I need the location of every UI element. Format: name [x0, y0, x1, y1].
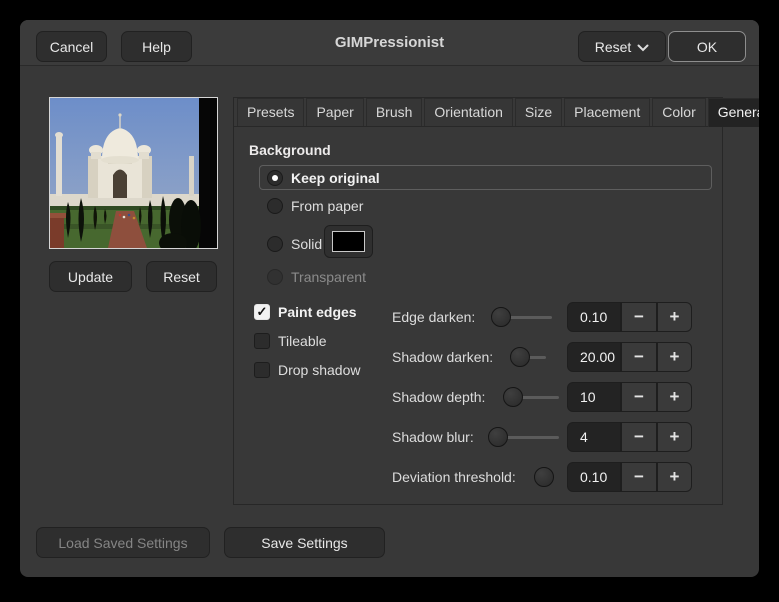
tab-presets[interactable]: Presets [237, 98, 305, 126]
tab-color[interactable]: Color [652, 98, 706, 126]
shadow-darken-value[interactable]: 20.00 [567, 342, 621, 372]
shadow-blur-row: Shadow blur: 4 − + [234, 422, 692, 452]
decrement-button[interactable]: − [621, 342, 657, 372]
slider-label: Shadow darken: [392, 349, 494, 365]
radio-icon[interactable] [267, 169, 283, 186]
slider-handle[interactable] [503, 387, 523, 407]
ok-button[interactable]: OK [668, 31, 746, 62]
tab-general[interactable]: General [707, 98, 759, 127]
deviation-threshold-value[interactable]: 0.10 [567, 462, 621, 492]
radio-icon [267, 269, 283, 285]
slider-label: Shadow depth: [392, 389, 486, 405]
screen: Cancel Help GIMPressionist Reset OK Upda… [0, 0, 779, 602]
chevron-down-icon [637, 39, 649, 55]
reset-menu-label: Reset [594, 38, 632, 55]
radio-transparent: Transparent [267, 266, 366, 288]
edge-darken-value[interactable]: 0.10 [567, 302, 621, 332]
shadow-depth-value[interactable]: 10 [567, 382, 621, 412]
radio-label: From paper [291, 198, 364, 214]
slider-label: Deviation threshold: [392, 469, 516, 485]
tab-orientation[interactable]: Orientation [424, 98, 513, 126]
load-saved-settings-button: Load Saved Settings [36, 527, 210, 558]
radio-from-paper[interactable]: From paper [267, 195, 363, 217]
decrement-button[interactable]: − [621, 302, 657, 332]
increment-button[interactable]: + [657, 462, 692, 492]
shadow-depth-row: Shadow depth: 10 − + [234, 382, 692, 412]
edge-darken-row: Edge darken: 0.10 − + [234, 302, 692, 332]
slider-handle[interactable] [534, 467, 554, 487]
color-swatch [332, 231, 365, 252]
increment-button[interactable]: + [657, 302, 692, 332]
radio-icon[interactable] [267, 236, 283, 252]
tab-placement[interactable]: Placement [564, 98, 651, 126]
radio-label: Solid [291, 236, 323, 252]
radio-label: Keep original [291, 169, 380, 186]
decrement-button[interactable]: − [621, 462, 657, 492]
increment-button[interactable]: + [657, 382, 692, 412]
slider-handle[interactable] [491, 307, 511, 327]
update-button[interactable]: Update [49, 261, 132, 292]
increment-button[interactable]: + [657, 342, 692, 372]
shadow-blur-value[interactable]: 4 [567, 422, 621, 452]
reset-menu-button[interactable]: Reset [578, 31, 666, 62]
decrement-button[interactable]: − [621, 422, 657, 452]
shadow-darken-row: Shadow darken: 20.00 − + [234, 342, 692, 372]
titlebar: Cancel Help GIMPressionist Reset OK [20, 20, 759, 66]
tab-size[interactable]: Size [514, 98, 563, 126]
slider-handle[interactable] [488, 427, 508, 447]
solid-color-button[interactable] [324, 225, 373, 258]
deviation-threshold-row: Deviation threshold: 0.10 − + [234, 462, 692, 492]
save-settings-button[interactable]: Save Settings [224, 527, 385, 558]
tab-strip: Presets Paper Brush Orientation Size Pla… [234, 98, 759, 127]
increment-button[interactable]: + [657, 422, 692, 452]
reset-preview-button[interactable]: Reset [146, 261, 217, 292]
radio-solid[interactable]: Solid [267, 233, 322, 255]
background-heading: Background [249, 142, 331, 158]
settings-notebook: Presets Paper Brush Orientation Size Pla… [233, 97, 759, 505]
preview-image [49, 97, 218, 249]
tab-brush[interactable]: Brush [365, 98, 423, 126]
decrement-button[interactable]: − [621, 382, 657, 412]
slider-handle[interactable] [510, 347, 530, 367]
slider-label: Shadow blur: [392, 429, 474, 445]
radio-keep-original[interactable]: Keep original [259, 165, 712, 190]
gimpressionist-dialog: Cancel Help GIMPressionist Reset OK Upda… [20, 20, 759, 577]
taj-mahal-photo [50, 98, 217, 248]
slider-label: Edge darken: [392, 309, 476, 325]
tab-paper[interactable]: Paper [306, 98, 364, 126]
radio-icon[interactable] [267, 198, 283, 214]
radio-label: Transparent [291, 269, 366, 285]
